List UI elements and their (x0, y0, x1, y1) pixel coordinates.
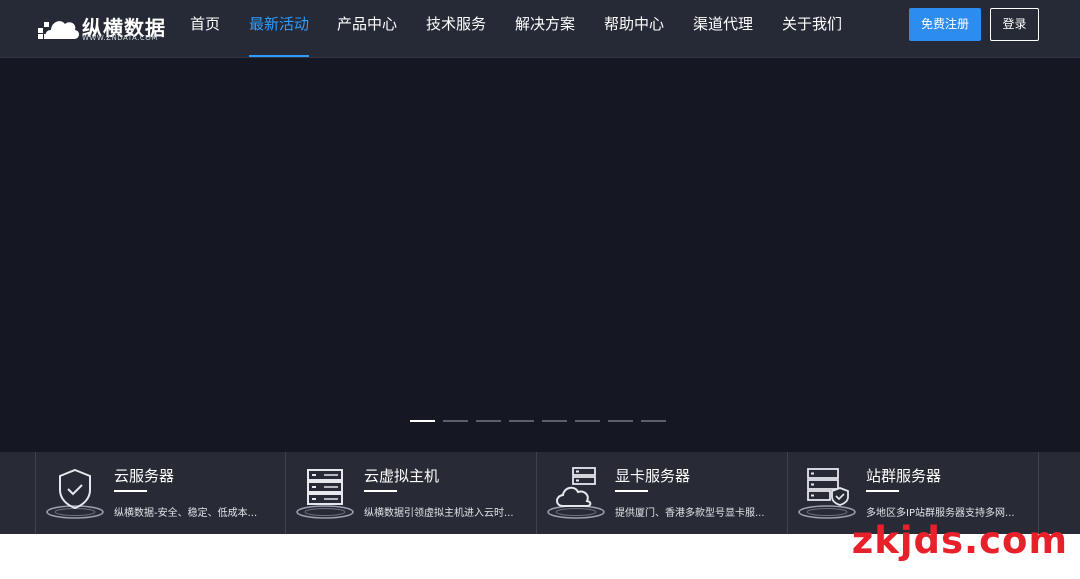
slide-dot[interactable] (509, 420, 534, 422)
slide-dot[interactable] (410, 420, 435, 422)
slide-dot[interactable] (476, 420, 501, 422)
register-button[interactable]: 免费注册 (909, 8, 981, 41)
cloud-server-icon (547, 467, 605, 519)
top-header: 纵横数据 WWW.ZNDATA.COM 首页 最新活动 产品中心 技术服务 解决… (0, 0, 1080, 58)
product-title: 云虚拟主机 (364, 467, 440, 485)
slide-dot[interactable] (575, 420, 600, 422)
shield-check-icon (46, 468, 104, 519)
slide-dot[interactable] (641, 420, 666, 422)
product-card-virtual-host[interactable]: 云虚拟主机 纵横数据引领虚拟主机进入云时... (285, 452, 536, 534)
product-title: 云服务器 (114, 467, 175, 485)
product-desc: 多地区多IP站群服务器支持多网... (866, 508, 1015, 519)
product-desc: 纵横数据引领虚拟主机进入云时... (364, 508, 514, 519)
server-shield-icon (798, 468, 856, 519)
cloud-logo-icon (38, 21, 80, 39)
product-desc: 纵横数据-安全、稳定、低成本... (114, 508, 258, 519)
product-card-gpu-server[interactable]: 显卡服务器 提供厦门、香港多款型号显卡服... (536, 452, 787, 534)
brand-logo[interactable]: 纵横数据 WWW.ZNDATA.COM (36, 10, 165, 44)
hero-banner (0, 58, 1080, 452)
server-rack-icon (296, 469, 354, 519)
title-underline (364, 490, 397, 492)
nav-item-home[interactable]: 首页 (189, 0, 221, 57)
title-underline (615, 490, 648, 492)
login-button[interactable]: 登录 (990, 8, 1039, 41)
nav-item-latest-activities[interactable]: 最新活动 (249, 0, 309, 57)
nav-item-channel-agents[interactable]: 渠道代理 (693, 0, 753, 57)
slide-dot[interactable] (542, 420, 567, 422)
nav-item-tech-services[interactable]: 技术服务 (426, 0, 486, 57)
product-title: 站群服务器 (866, 467, 942, 485)
brand-domain: WWW.ZNDATA.COM (82, 34, 158, 42)
slide-dot[interactable] (608, 420, 633, 422)
title-underline (114, 490, 147, 492)
nav-item-products[interactable]: 产品中心 (337, 0, 397, 57)
product-desc: 提供厦门、香港多款型号显卡服... (615, 508, 765, 519)
nav-item-help-center[interactable]: 帮助中心 (604, 0, 664, 57)
nav-item-about-us[interactable]: 关于我们 (782, 0, 842, 57)
title-underline (866, 490, 899, 492)
product-title: 显卡服务器 (615, 467, 691, 485)
slide-dot[interactable] (443, 420, 468, 422)
nav-item-solutions[interactable]: 解决方案 (515, 0, 575, 57)
site-watermark: zkjds.com (851, 519, 1068, 562)
product-card-cloud-server[interactable]: 云服务器 纵横数据-安全、稳定、低成本... (35, 452, 286, 534)
